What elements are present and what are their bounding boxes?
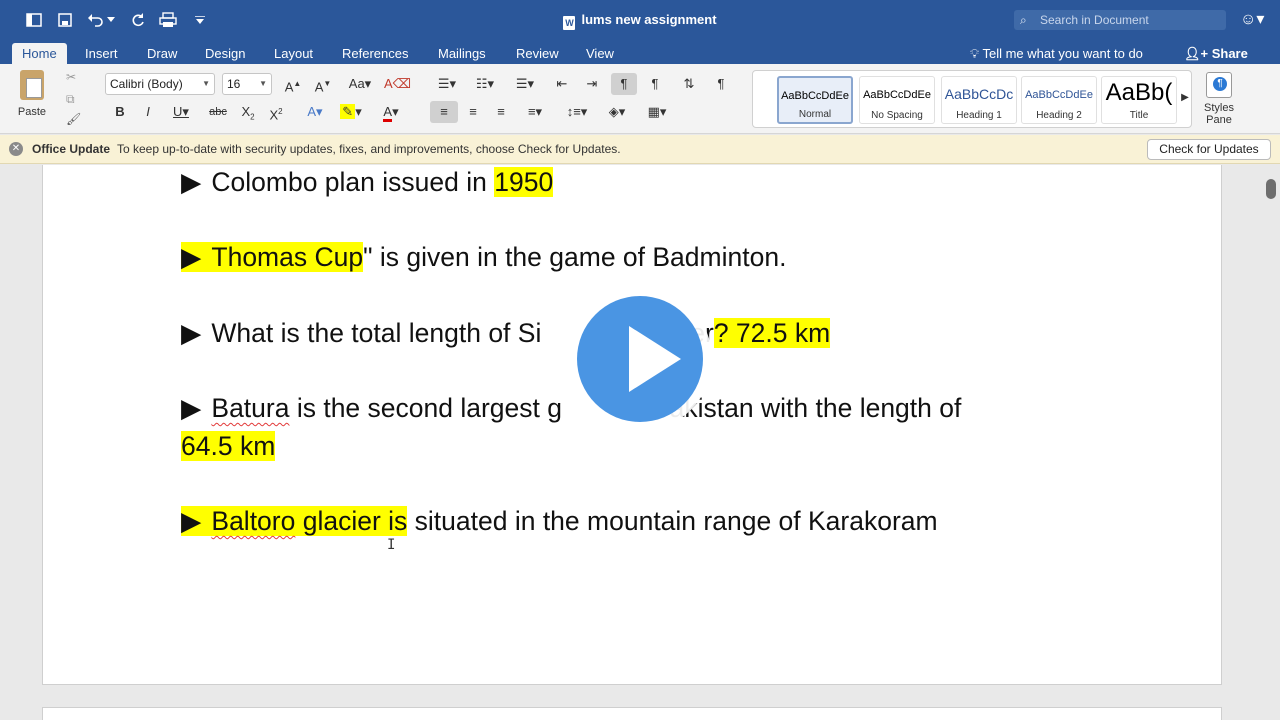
style-normal[interactable]: AaBbCcDdEe Normal (777, 76, 853, 124)
tell-me-box[interactable]: 💡︎ Tell me what you want to do (970, 43, 1143, 64)
search-icon: ⌕ (1020, 13, 1027, 27)
font-name-select[interactable]: Calibri (Body) ▼ (105, 73, 215, 95)
word-doc-icon: W (563, 16, 576, 30)
document-page-next[interactable] (42, 707, 1222, 720)
italic-icon[interactable]: I (138, 101, 158, 123)
tab-layout[interactable]: Layout (264, 43, 323, 64)
font-size-select[interactable]: 16 ▼ (222, 73, 272, 95)
rtl-paragraph-icon[interactable]: ¶ (642, 73, 668, 95)
style-heading-1[interactable]: AaBbCcDc Heading 1 (941, 76, 1017, 124)
shading-icon[interactable]: ◈▾ (600, 101, 634, 123)
align-left-icon[interactable]: ≡ (430, 101, 458, 123)
tab-insert[interactable]: Insert (75, 43, 128, 64)
ltr-paragraph-icon[interactable]: ¶ (611, 73, 637, 95)
styles-pane-icon (1206, 72, 1232, 98)
numbering-icon[interactable]: ☷▾ (468, 73, 502, 95)
clear-formatting-icon[interactable]: A⌫ (384, 73, 411, 95)
doc-line-4[interactable]: ▶ Batura is the second largest g Pakistan … (181, 389, 961, 427)
tab-design[interactable]: Design (195, 43, 255, 64)
doc-line-4b[interactable]: 64.5 km (181, 427, 276, 465)
update-title: Office Update (32, 142, 111, 156)
lightbulb-icon: 💡︎ (970, 46, 983, 61)
decrease-indent-icon[interactable]: ⇤ (550, 73, 574, 95)
doc-line-1[interactable]: ▶ Colombo plan issued in 1950 (181, 163, 554, 201)
font-color-icon[interactable]: A▾ (374, 101, 408, 123)
styles-more-icon[interactable]: ▶ (1179, 87, 1191, 109)
title-bar: Wlums new assignment ⌕ Search in Documen… (0, 0, 1280, 40)
bold-icon[interactable]: B (110, 101, 130, 123)
feedback-smiley-icon[interactable]: ☺▾ (1240, 9, 1272, 31)
bullet-arrow-icon: ▶ (181, 318, 202, 348)
tab-references[interactable]: References (332, 43, 418, 64)
copy-icon[interactable]: ⧉ (66, 92, 75, 107)
chevron-down-icon: ▼ (202, 79, 210, 88)
multilevel-list-icon[interactable]: ☰▾ (508, 73, 542, 95)
change-case-icon[interactable]: Aa▾ (342, 73, 378, 95)
shrink-font-icon[interactable]: A▼ (310, 73, 336, 95)
close-icon[interactable]: ✕ (9, 142, 23, 156)
line-spacing-icon[interactable]: ↕≡▾ (560, 101, 594, 123)
strikethrough-icon[interactable]: abc (204, 101, 232, 123)
paste-button[interactable]: Paste (12, 70, 52, 128)
check-for-updates-button[interactable]: Check for Updates (1147, 139, 1271, 160)
play-icon (629, 326, 681, 392)
justify-icon[interactable]: ≡▾ (518, 101, 552, 123)
doc-line-2[interactable]: ▶ Thomas Cup" is given in the game of Bad… (181, 238, 786, 276)
tab-mailings[interactable]: Mailings (428, 43, 496, 64)
vertical-scrollbar[interactable] (1266, 179, 1276, 199)
bullet-arrow-icon: ▶ (181, 506, 202, 536)
show-formatting-icon[interactable]: ¶ (708, 73, 734, 95)
sort-icon[interactable]: ⇅ (676, 73, 702, 95)
underline-icon[interactable]: U▾ (166, 101, 196, 123)
tab-view[interactable]: View (576, 43, 624, 64)
cut-icon[interactable]: ✂ (66, 70, 76, 84)
update-message: To keep up-to-date with security updates… (117, 142, 621, 156)
borders-icon[interactable]: ▦▾ (640, 101, 674, 123)
text-effects-icon[interactable]: A▾ (300, 101, 330, 123)
bullets-icon[interactable]: ☰▾ (430, 73, 464, 95)
subscript-icon[interactable]: X2 (238, 101, 258, 123)
ribbon-tabs: Home Insert Draw Design Layout Reference… (0, 40, 1280, 64)
play-button[interactable] (568, 287, 712, 431)
grow-font-icon[interactable]: A▲ (280, 73, 306, 95)
style-heading-2[interactable]: AaBbCcDdEe Heading 2 (1021, 76, 1097, 124)
styles-pane-button[interactable]: Styles Pane (1200, 72, 1238, 126)
office-update-bar: ✕ Office Update To keep up-to-date with … (0, 135, 1280, 164)
search-input[interactable]: ⌕ Search in Document (1014, 10, 1226, 30)
style-no-spacing[interactable]: AaBbCcDdEe No Spacing (859, 76, 935, 124)
doc-line-3[interactable]: ▶What is the total length of Siier? 72.5… (181, 314, 831, 352)
bullet-arrow-icon: ▶ (181, 167, 202, 197)
bullet-arrow-icon: ▶ (181, 393, 202, 423)
tab-review[interactable]: Review (506, 43, 569, 64)
tab-draw[interactable]: Draw (137, 43, 187, 64)
clipboard-icon (20, 70, 44, 100)
align-center-icon[interactable]: ≡ (460, 101, 486, 123)
chevron-down-icon: ▼ (259, 79, 267, 88)
styles-gallery: AaBbCcDdEe Normal AaBbCcDdEe No Spacing Aa… (752, 70, 1192, 128)
increase-indent-icon[interactable]: ⇥ (580, 73, 604, 95)
superscript-icon[interactable]: X2 (266, 101, 286, 123)
play-circle (577, 296, 703, 422)
ribbon-home: Paste ✂ ⧉ 🖌︎ Calibri (Body) ▼ 16 ▼ A▲ A▼ A… (0, 64, 1280, 134)
bullet-arrow-icon: ▶ (181, 242, 202, 272)
align-right-icon[interactable]: ≡ (488, 101, 514, 123)
tab-home[interactable]: Home (12, 43, 67, 64)
doc-line-5[interactable]: ▶ Baltoro glacier is situated in the moun… (181, 502, 938, 540)
add-person-icon: 👤︎+ (1184, 46, 1212, 61)
highlight-color-icon[interactable]: ✎ ▾ (334, 101, 368, 123)
format-painter-icon[interactable]: 🖌︎ (66, 112, 81, 126)
text-cursor-icon: I (387, 537, 396, 553)
share-button[interactable]: 👤︎+ Share (1184, 43, 1248, 64)
style-title[interactable]: AaBb(Title (1101, 76, 1177, 124)
